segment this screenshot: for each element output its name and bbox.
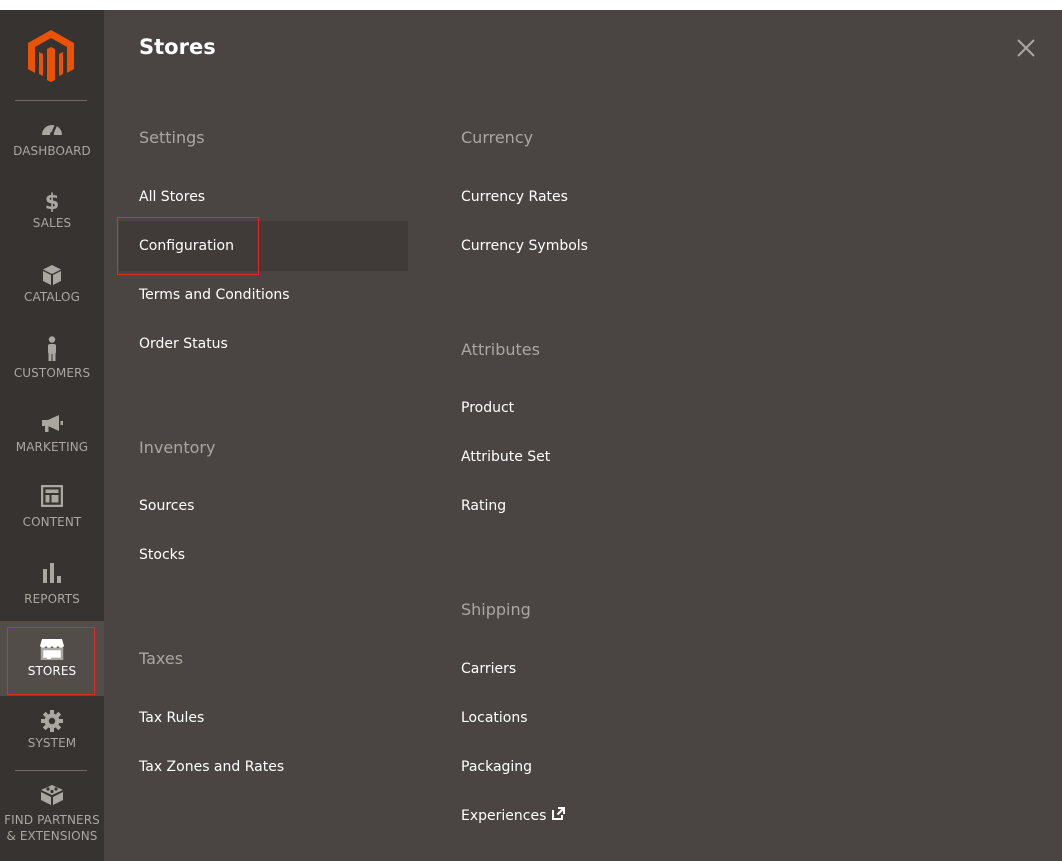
nav-label: SALES [32,216,72,230]
nav-item-find-partners[interactable]: FIND PARTNERS & EXTENSIONS [0,784,104,854]
group-heading-attributes: Attributes [461,340,540,359]
svg-text:$: $ [45,190,60,212]
menu-link-terms-and-conditions[interactable]: Terms and Conditions [139,286,290,304]
nav-label: CATALOG [24,290,80,304]
nav-item-system[interactable]: SYSTEM [0,710,104,762]
external-link-icon [552,807,566,825]
menu-link-label: Experiences [461,808,547,824]
magento-logo-icon[interactable] [28,30,74,82]
menu-link-sources[interactable]: Sources [139,497,194,515]
nav-item-stores[interactable]: STORES [0,621,104,696]
blocks-icon [0,784,104,808]
menu-link-experiences[interactable]: Experiences [461,807,566,825]
menu-link-tax-zones-and-rates[interactable]: Tax Zones and Rates [139,758,284,776]
nav-label: CONTENT [22,515,82,529]
menu-link-carriers[interactable]: Carriers [461,660,516,678]
group-heading-currency: Currency [461,128,534,147]
group-heading-settings: Settings [139,128,205,147]
menu-link-product[interactable]: Product [461,399,514,417]
dollar-icon: $ [0,190,104,212]
nav-label: MARKETING [15,440,89,454]
admin-sidebar: DASHBOARD $ SALES CATALOG CUSTOMERS MARK… [0,10,104,861]
sidebar-divider [15,770,87,771]
nav-item-content[interactable]: CONTENT [0,485,104,541]
panel-title: Stores [139,35,216,59]
box-icon [0,264,104,286]
megaphone-icon [0,414,104,436]
menu-link-configuration[interactable]: Configuration [139,237,234,255]
menu-link-order-status[interactable]: Order Status [139,335,228,353]
menu-link-all-stores[interactable]: All Stores [139,188,205,206]
group-heading-taxes: Taxes [139,649,184,668]
gear-icon [0,710,104,732]
nav-label: DASHBOARD [13,144,91,158]
stores-flyout-panel: Stores Settings All Stores Configuration… [104,10,1062,861]
nav-label: FIND PARTNERS & EXTENSIONS [4,813,100,843]
menu-link-stocks[interactable]: Stocks [139,546,185,564]
dashboard-icon [0,118,104,140]
sidebar-divider [15,100,87,101]
menu-link-rating[interactable]: Rating [461,497,506,515]
menu-link-packaging[interactable]: Packaging [461,758,532,776]
nav-item-reports[interactable]: REPORTS [0,562,104,614]
storefront-icon [0,638,104,660]
nav-item-customers[interactable]: CUSTOMERS [0,336,104,392]
nav-item-sales[interactable]: $ SALES [0,190,104,242]
menu-link-locations[interactable]: Locations [461,709,528,727]
nav-item-catalog[interactable]: CATALOG [0,264,104,316]
nav-item-marketing[interactable]: MARKETING [0,414,104,466]
person-icon [0,336,104,362]
menu-link-currency-symbols[interactable]: Currency Symbols [461,237,588,255]
menu-link-tax-rules[interactable]: Tax Rules [139,709,204,727]
nav-label: STORES [27,664,77,678]
group-heading-inventory: Inventory [139,438,216,457]
nav-label: SYSTEM [27,736,77,750]
nav-label: REPORTS [24,592,80,606]
layout-icon [0,485,104,511]
group-heading-shipping: Shipping [461,600,531,619]
menu-link-currency-rates[interactable]: Currency Rates [461,188,568,206]
close-icon[interactable] [1016,38,1036,58]
nav-label: CUSTOMERS [13,366,91,380]
bar-chart-icon [0,562,104,588]
nav-item-dashboard[interactable]: DASHBOARD [0,118,104,170]
menu-link-attribute-set[interactable]: Attribute Set [461,448,550,466]
